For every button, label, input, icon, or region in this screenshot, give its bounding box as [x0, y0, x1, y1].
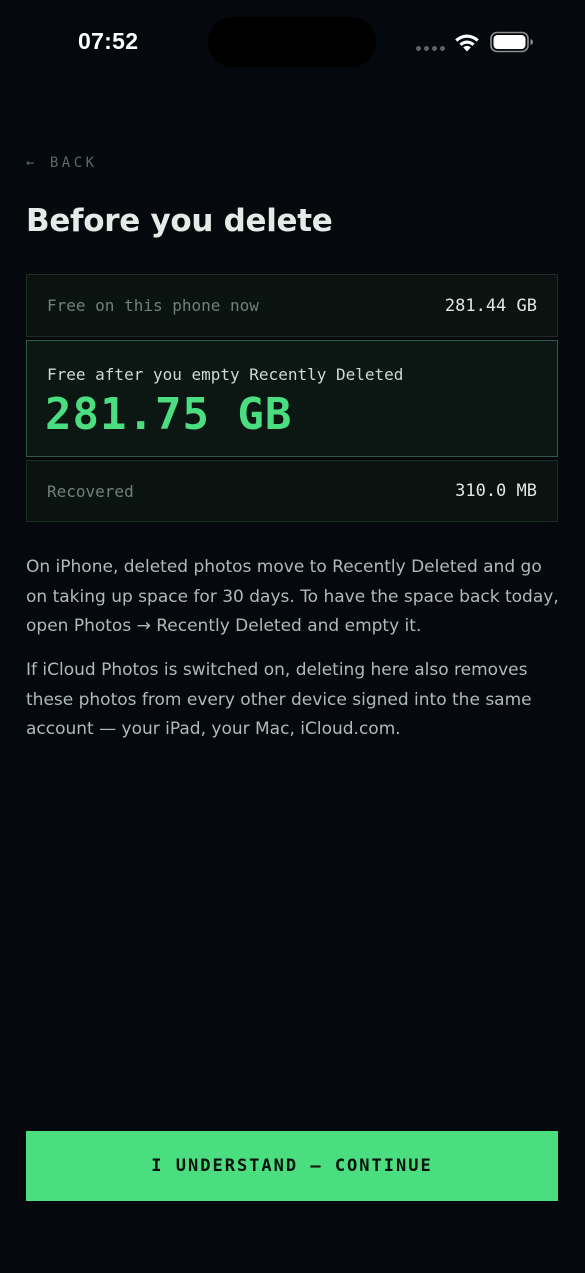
free-now-card: Free on this phone now 281.44 GB — [26, 274, 558, 337]
dynamic-island — [208, 17, 376, 67]
page-title: Before you delete — [26, 203, 333, 239]
free-after-value: 281.75 GB — [45, 389, 293, 440]
free-after-label: Free after you empty Recently Deleted — [47, 365, 404, 384]
icloud-warning-info: If iCloud Photos is switched on, deletin… — [26, 660, 532, 739]
wifi-icon — [455, 34, 479, 52]
recovered-card: Recovered 310.0 MB — [26, 460, 558, 522]
battery-icon — [490, 31, 533, 53]
free-now-label: Free on this phone now — [47, 296, 259, 315]
signal-dots-icon — [416, 46, 445, 51]
recovered-label: Recovered — [47, 481, 134, 501]
status-bar: 07:52 — [0, 0, 585, 86]
recently-deleted-info: On iPhone, deleted photos move to Recent… — [26, 557, 559, 636]
back-button[interactable]: ← BACK — [26, 155, 98, 171]
free-now-value: 281.44 GB — [444, 295, 537, 316]
recovered-value: 310.0 MB — [455, 481, 537, 501]
free-after-card: Free after you empty Recently Deleted 28… — [26, 340, 558, 457]
continue-button[interactable]: I UNDERSTAND — CONTINUE — [26, 1131, 558, 1201]
status-time: 07:52 — [78, 28, 139, 54]
